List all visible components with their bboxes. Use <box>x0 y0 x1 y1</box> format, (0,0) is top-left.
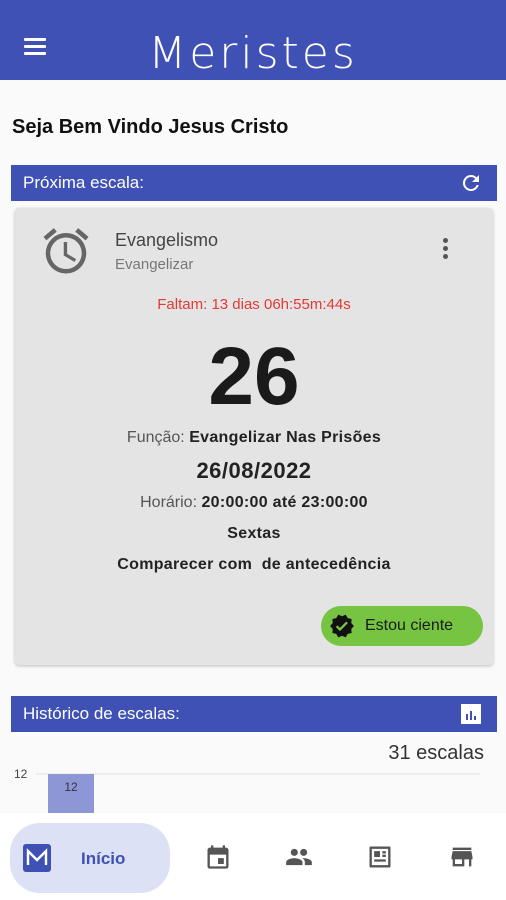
history-chart: 12 12 <box>14 767 480 820</box>
verified-check-icon <box>330 614 354 638</box>
y-tick-label: 12 <box>14 767 28 781</box>
store-icon[interactable] <box>448 843 476 871</box>
next-schedule-title: Próxima escala: <box>23 173 144 192</box>
function-value: Evangelizar Nas Prisões <box>189 429 382 446</box>
bottom-navigation: Início <box>0 813 506 900</box>
next-schedule-header: Próxima escala: <box>11 165 497 201</box>
event-date: 26/08/2022 <box>196 458 312 483</box>
app-title: Meristes <box>148 28 358 79</box>
confirm-button-label: Estou ciente <box>365 617 454 634</box>
event-title: Evangelismo <box>115 230 219 250</box>
welcome-text: Seja Bem Vindo Jesus Cristo <box>12 116 289 138</box>
chart-bar-label: 12 <box>64 780 78 794</box>
function-label: Função: <box>126 429 185 446</box>
calendar-icon[interactable] <box>204 843 232 871</box>
confirm-button[interactable]: Estou ciente <box>321 606 483 646</box>
refresh-icon[interactable] <box>459 171 483 195</box>
time-row: Horário: 20:00:00 até 23:00:00 <box>15 494 493 512</box>
nav-item-home[interactable]: Início <box>10 823 170 893</box>
history-header: Histórico de escalas: <box>11 696 497 732</box>
news-icon[interactable] <box>366 843 394 871</box>
people-icon[interactable] <box>285 843 313 871</box>
alarm-clock-icon <box>43 228 89 274</box>
time-value: 20:00:00 até 23:00:00 <box>201 494 368 511</box>
schedule-card: Evangelismo Evangelizar Faltam: 13 dias … <box>15 208 493 665</box>
event-subtitle: Evangelizar <box>115 256 194 273</box>
countdown-text: Faltam: 13 dias 06h:55m:44s <box>157 296 351 313</box>
history-title: Histórico de escalas: <box>23 704 180 723</box>
note-text: Comparecer com de antecedência <box>117 556 391 573</box>
event-day: 26 <box>208 331 300 422</box>
app-bar: Meristes <box>0 0 506 80</box>
home-icon <box>23 844 51 872</box>
weekday-row: Sextas <box>15 525 493 543</box>
note-row: Comparecer com de antecedência <box>15 556 493 574</box>
nav-home-label: Início <box>81 849 126 868</box>
weekday-value: Sextas <box>227 525 281 542</box>
time-label: Horário: <box>140 494 198 511</box>
app-logo: Meristes <box>148 28 358 79</box>
function-row: Função: Evangelizar Nas Prisões <box>15 429 493 447</box>
more-options-icon[interactable] <box>435 238 455 264</box>
bar-chart-icon[interactable] <box>459 702 483 726</box>
